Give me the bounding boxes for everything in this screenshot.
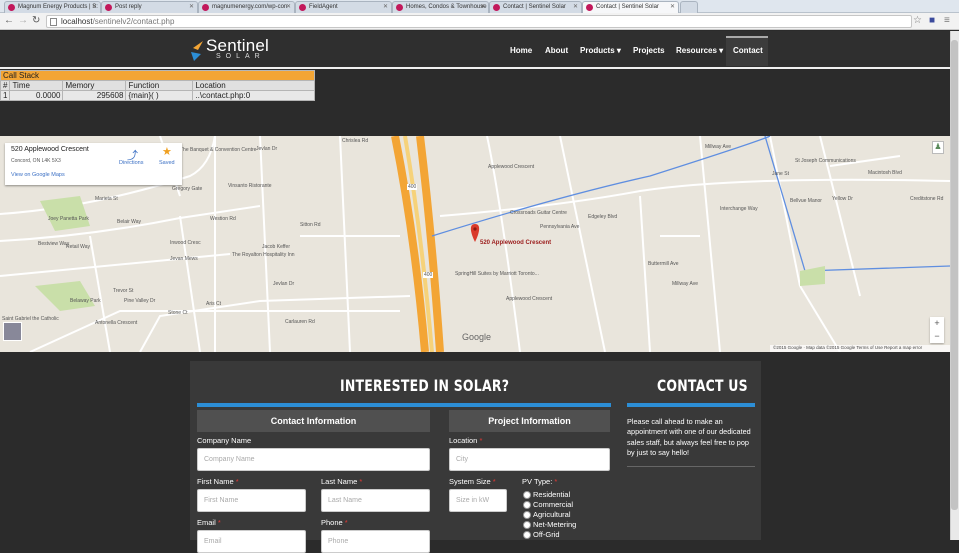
back-icon[interactable]: ← — [4, 15, 14, 26]
browser-tab[interactable]: Post reply ✕ — [101, 1, 198, 13]
first-name-label: First Name * — [197, 477, 239, 486]
pv-radio-commercial[interactable]: Commercial — [523, 500, 573, 509]
favicon-icon — [396, 4, 403, 11]
map-info-city: Concord, ON L4K 5X3 — [11, 158, 61, 164]
browser-tab[interactable]: Magnum Energy Products | S: ✕ — [4, 1, 101, 13]
system-size-label: System Size * — [449, 477, 496, 486]
favicon-icon — [202, 4, 209, 11]
col-header: Time — [9, 80, 64, 91]
browser-tab[interactable]: FieldAgent ✕ — [295, 1, 392, 13]
col-header: Memory — [62, 80, 127, 91]
browser-tab[interactable]: Homes, Condos & Townhouse ✕ — [392, 1, 489, 13]
contact-us-heading: CONTACT US — [657, 376, 748, 395]
menu-icon[interactable]: ≡ — [944, 15, 950, 26]
url-bar[interactable]: localhost/sentinelv2/contact.php — [46, 15, 912, 28]
heading-underline — [627, 403, 755, 407]
directions-icon[interactable]: ⤴ — [127, 147, 139, 162]
email-label: Email * — [197, 518, 221, 527]
page-icon — [50, 18, 57, 26]
table-row: 1 0.0000 295608 {main}( ) ..\contact.php… — [0, 90, 315, 101]
browser-tab[interactable]: Contact | Sentinel Solar ✕ — [489, 1, 582, 13]
map-zoom-control: + − — [930, 317, 944, 343]
close-tab-icon[interactable]: ✕ — [480, 3, 485, 10]
solar-form-heading: INTERESTED IN SOLAR? — [340, 376, 510, 395]
contact-description: Please call ahead to make an appointment… — [627, 417, 751, 458]
email-field[interactable]: Email — [197, 530, 306, 553]
browser-tab-active[interactable]: Contact | Sentinel Solar ✕ — [582, 1, 679, 13]
divider — [627, 466, 755, 467]
browser-tab-strip: Magnum Energy Products | S: ✕ Post reply ✕… — [0, 0, 959, 13]
contact-information-header: Contact Information — [197, 410, 430, 432]
phone-label: Phone * — [321, 518, 348, 527]
heading-underline — [197, 403, 611, 407]
map-marker-icon — [470, 224, 480, 242]
map-info-address: 520 Applewood Crescent — [11, 146, 89, 153]
location-label: Location * — [449, 436, 483, 445]
map-marker-label: 520 Applewood Crescent — [480, 240, 552, 246]
new-tab-button[interactable] — [680, 1, 698, 13]
last-name-label: Last Name * — [321, 477, 363, 486]
last-name-field[interactable]: Last Name — [321, 489, 430, 512]
extension-icon[interactable]: ■ — [929, 15, 935, 26]
nav-home[interactable]: Home — [510, 46, 532, 55]
directions-link[interactable]: Directions — [119, 160, 143, 166]
nav-products[interactable]: Products ▾ — [580, 46, 621, 55]
close-tab-icon[interactable]: ✕ — [189, 3, 194, 10]
col-header: Location — [192, 80, 315, 91]
map-terms[interactable]: ©2015 Google · Map data ©2015 Google Ter… — [770, 345, 950, 352]
call-stack-title: Call Stack — [0, 70, 315, 81]
favicon-icon — [8, 4, 15, 11]
nav-about[interactable]: About — [545, 46, 568, 55]
project-information-header: Project Information — [449, 410, 610, 432]
pv-type-label: PV Type: * — [522, 477, 558, 486]
browser-toolbar: ← → ↻ localhost/sentinelv2/contact.php ☆… — [0, 13, 959, 30]
location-field[interactable]: City — [449, 448, 610, 471]
zoom-out-button[interactable]: − — [930, 330, 944, 343]
saved-link[interactable]: Saved — [159, 160, 175, 166]
close-tab-icon[interactable]: ✕ — [92, 3, 97, 10]
nav-resources[interactable]: Resources ▾ — [676, 46, 723, 55]
forward-icon[interactable]: → — [18, 15, 28, 26]
favicon-icon — [493, 4, 500, 11]
favicon-icon — [105, 4, 112, 11]
pv-radio-off-grid[interactable]: Off-Grid — [523, 530, 560, 539]
pv-radio-residential[interactable]: Residential — [523, 490, 570, 499]
company-label: Company Name — [197, 436, 252, 445]
view-on-google-maps-link[interactable]: View on Google Maps — [11, 172, 65, 178]
col-header: Function — [125, 80, 194, 91]
favicon-icon — [586, 4, 593, 11]
company-field[interactable]: Company Name — [197, 448, 430, 471]
logo-subtext: SOLAR — [216, 53, 265, 60]
street-view-thumbnail[interactable] — [3, 322, 22, 341]
pv-radio-agricultural[interactable]: Agricultural — [523, 510, 571, 519]
nav-projects[interactable]: Projects — [633, 46, 665, 55]
close-tab-icon[interactable]: ✕ — [383, 3, 388, 10]
favicon-icon — [299, 4, 306, 11]
reload-icon[interactable]: ↻ — [32, 15, 40, 26]
browser-tab[interactable]: magnumenergy.com/wp-con ✕ — [198, 1, 295, 13]
close-tab-icon[interactable]: ✕ — [670, 3, 675, 10]
nav-contact[interactable]: Contact — [733, 46, 763, 55]
close-tab-icon[interactable]: ✕ — [286, 3, 291, 10]
pv-radio-net-metering[interactable]: Net-Metering — [523, 520, 576, 529]
php-call-stack-table: Call Stack # Time Memory Function Locati… — [0, 70, 315, 101]
system-size-field[interactable]: Size in kW — [449, 489, 507, 512]
google-logo: Google — [462, 332, 492, 342]
saved-star-icon[interactable]: ★ — [162, 145, 172, 158]
col-header: # — [0, 80, 11, 91]
phone-field[interactable]: Phone — [321, 530, 430, 553]
bookmark-star-icon[interactable]: ☆ — [913, 15, 922, 26]
zoom-in-button[interactable]: + — [930, 317, 944, 330]
sentinel-logo-icon[interactable] — [190, 40, 204, 62]
first-name-field[interactable]: First Name — [197, 489, 306, 512]
scrollbar-thumb[interactable] — [951, 40, 958, 510]
street-view-pegman-icon[interactable]: ♟ — [932, 141, 944, 154]
site-header — [0, 31, 950, 69]
close-tab-icon[interactable]: ✕ — [573, 3, 578, 10]
